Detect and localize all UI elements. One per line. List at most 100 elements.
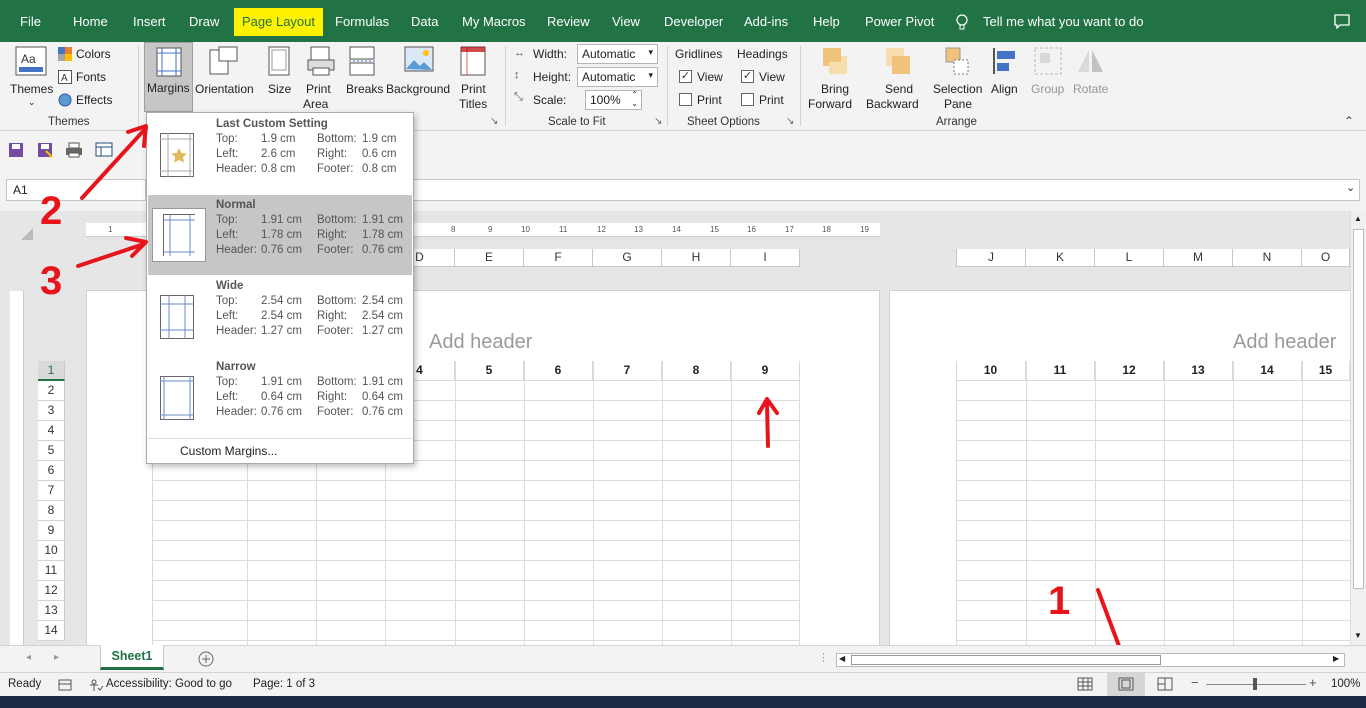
sheet-tab-sheet1[interactable]: Sheet1 <box>100 645 164 670</box>
tell-me-search[interactable]: Tell me what you want to do <box>983 14 1143 29</box>
row-header[interactable]: 1 <box>38 361 65 381</box>
scroll-right-icon[interactable]: ▶ <box>1333 654 1339 663</box>
tab-home[interactable]: Home <box>73 14 108 29</box>
tab-developer[interactable]: Developer <box>664 14 723 29</box>
page-layout-view-button[interactable] <box>1107 673 1145 696</box>
next-sheet-icon[interactable]: ▸ <box>54 652 59 663</box>
orientation-button[interactable]: Orientation <box>195 44 257 114</box>
spinner-arrows-icon[interactable]: ⌃ ⌄ <box>631 90 638 108</box>
accessibility-icon[interactable] <box>88 678 104 692</box>
scroll-thumb[interactable] <box>1353 229 1364 589</box>
breaks-button[interactable]: Breaks <box>344 44 383 114</box>
headings-view-checkbox[interactable]: ✓ <box>741 70 754 83</box>
themes-button[interactable]: Aa Themes ⌄ <box>8 44 58 116</box>
save-icon[interactable] <box>8 142 24 158</box>
row-header[interactable]: 4 <box>38 421 65 441</box>
scroll-down-icon[interactable]: ▼ <box>1354 631 1362 640</box>
add-header-placeholder[interactable]: Add header <box>1233 331 1336 354</box>
row-header[interactable]: 11 <box>38 561 65 581</box>
cell[interactable]: 15 <box>1302 361 1350 381</box>
print-area-button[interactable]: Print Area <box>302 44 340 114</box>
size-button[interactable]: Size <box>264 44 296 114</box>
tab-power-pivot[interactable]: Power Pivot <box>865 14 934 29</box>
select-all-icon[interactable] <box>20 227 34 241</box>
expand-formula-bar-icon[interactable]: ⌄ <box>1346 181 1355 194</box>
margin-option-wide[interactable]: Wide Top: 2.54 cm Bottom: 2.54 cm Left: … <box>148 276 412 356</box>
dialog-launcher-icon[interactable]: ↘ <box>786 116 794 127</box>
margin-option-narrow[interactable]: Narrow Top: 1.91 cm Bottom: 1.91 cm Left… <box>148 357 412 437</box>
column-header[interactable]: I <box>731 249 800 267</box>
headings-print-checkbox[interactable] <box>741 93 754 106</box>
scale-spinner[interactable]: 100% ⌃ ⌄ <box>585 90 642 110</box>
margins-button[interactable]: Margins <box>144 42 193 112</box>
row-header[interactable]: 2 <box>38 381 65 401</box>
dialog-launcher-icon[interactable]: ↘ <box>654 116 662 127</box>
bring-forward-button[interactable]: Bring Forward <box>806 44 864 114</box>
prev-sheet-icon[interactable]: ◂ <box>26 652 31 663</box>
row-header[interactable]: 14 <box>38 621 65 641</box>
cell[interactable]: 13 <box>1164 361 1233 381</box>
dialog-launcher-icon[interactable]: ↘ <box>490 116 498 127</box>
scroll-up-icon[interactable]: ▲ <box>1354 214 1362 223</box>
column-header[interactable]: L <box>1095 249 1164 267</box>
column-header[interactable]: J <box>956 249 1026 267</box>
fonts-button[interactable]: A Fonts <box>56 68 136 88</box>
macro-record-icon[interactable] <box>58 678 72 692</box>
zoom-level[interactable]: 100% <box>1331 678 1360 690</box>
send-backward-button[interactable]: Send Backward <box>866 44 930 114</box>
rotate-button[interactable]: Rotate <box>1070 44 1110 114</box>
cell[interactable]: 7 <box>593 361 662 381</box>
tab-page-layout[interactable]: Page Layout <box>234 8 324 36</box>
selection-pane-button[interactable]: Selection Pane <box>932 44 986 114</box>
row-header[interactable]: 10 <box>38 541 65 561</box>
cell[interactable]: 14 <box>1233 361 1302 381</box>
gridlines-view-checkbox[interactable]: ✓ <box>679 70 692 83</box>
tab-file[interactable]: File <box>20 14 41 29</box>
column-header[interactable]: N <box>1233 249 1302 267</box>
scroll-thumb[interactable] <box>851 655 1161 665</box>
row-header[interactable]: 12 <box>38 581 65 601</box>
custom-margins-item[interactable]: Custom Margins... <box>180 444 277 458</box>
tab-draw[interactable]: Draw <box>189 14 219 29</box>
cell[interactable]: 10 <box>956 361 1026 381</box>
comments-icon[interactable] <box>1334 14 1350 29</box>
background-button[interactable]: Background <box>386 44 452 114</box>
cell[interactable]: 5 <box>455 361 524 381</box>
collapse-ribbon-icon[interactable]: ⌃ <box>1344 114 1354 128</box>
column-header[interactable]: K <box>1026 249 1095 267</box>
add-header-placeholder[interactable]: Add header <box>429 331 532 354</box>
zoom-out-icon[interactable]: − <box>1191 675 1199 690</box>
add-sheet-icon[interactable] <box>198 651 214 667</box>
column-header[interactable]: G <box>593 249 662 267</box>
cell-grid-page-2[interactable] <box>956 361 1350 645</box>
cell[interactable]: 11 <box>1026 361 1095 381</box>
cell[interactable]: 8 <box>662 361 731 381</box>
cell[interactable]: 9 <box>731 361 800 381</box>
margin-option-last-custom[interactable]: Last Custom Setting Top: 1.9 cm Bottom: … <box>148 114 412 194</box>
normal-view-icon[interactable] <box>1077 677 1093 691</box>
height-dropdown[interactable]: Automatic ▾ <box>577 67 658 87</box>
tab-insert[interactable]: Insert <box>133 14 166 29</box>
tab-help[interactable]: Help <box>813 14 840 29</box>
zoom-slider-thumb[interactable] <box>1253 678 1257 690</box>
column-header[interactable]: O <box>1302 249 1350 267</box>
colors-button[interactable]: Colors <box>56 45 136 65</box>
align-button[interactable]: Align <box>988 44 1024 114</box>
column-header[interactable]: M <box>1164 249 1233 267</box>
effects-button[interactable]: Effects <box>56 91 136 111</box>
page-break-preview-icon[interactable] <box>1157 677 1173 691</box>
scroll-left-icon[interactable]: ◀ <box>839 654 845 663</box>
row-header[interactable]: 6 <box>38 461 65 481</box>
cell[interactable]: 6 <box>524 361 593 381</box>
row-header[interactable]: 9 <box>38 521 65 541</box>
formula-input[interactable] <box>410 179 1360 201</box>
column-header[interactable]: F <box>524 249 593 267</box>
horizontal-scrollbar[interactable]: ◀ ▶ <box>836 653 1345 667</box>
row-header[interactable]: 8 <box>38 501 65 521</box>
gridlines-print-checkbox[interactable] <box>679 93 692 106</box>
cell[interactable]: 12 <box>1095 361 1164 381</box>
tab-review[interactable]: Review <box>547 14 590 29</box>
row-header[interactable]: 7 <box>38 481 65 501</box>
row-header[interactable]: 5 <box>38 441 65 461</box>
row-header[interactable]: 13 <box>38 601 65 621</box>
